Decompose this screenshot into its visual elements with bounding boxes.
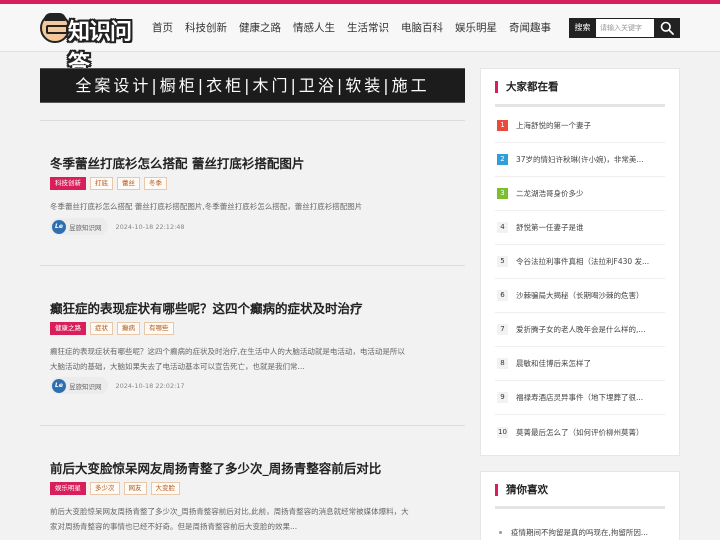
search-icon xyxy=(660,21,674,35)
rank-number: 2 xyxy=(497,154,508,165)
bullet-dot-icon xyxy=(499,531,502,534)
hot-list-item[interactable]: 2 37岁的情妇许秋琳(许小婉)，非常美... xyxy=(495,143,665,177)
author-name: 昱旅知识网 xyxy=(69,223,102,232)
article-title[interactable]: 冬季蕾丝打底衫怎么搭配 蕾丝打底衫搭配图片 xyxy=(50,153,304,172)
article-category[interactable]: 科技创新 xyxy=(50,177,86,190)
main-nav: 首页 科技创新 健康之路 情感人生 生活常识 电脑百科 娱乐明星 奇闻趣事 xyxy=(146,4,557,52)
hot-list-item[interactable]: 5 令谷法拉利事件真相（法拉利F430 发... xyxy=(495,245,665,279)
article-time: 2024-10-18 22:12:48 xyxy=(115,222,185,231)
hot-item-title[interactable]: 二龙湖浩哥身价多少 xyxy=(516,188,584,199)
logo-mascot-icon xyxy=(40,13,70,43)
rank-number: 7 xyxy=(497,324,508,335)
search-form: 搜索 xyxy=(569,18,680,38)
rank-number: 3 xyxy=(497,188,508,199)
guess-title: 猜你喜欢 xyxy=(495,484,548,496)
hot-item-title[interactable]: 莫菁最后怎么了（如何评价柳州莫菁） xyxy=(516,427,644,438)
hot-item-title[interactable]: 舒悦第一任妻子是谁 xyxy=(516,222,584,233)
author-avatar: Le xyxy=(52,219,66,234)
author-avatar: Le xyxy=(52,378,66,393)
rank-number: 6 xyxy=(497,290,508,301)
article-meta: Le 昱旅知识网 2024-10-18 22:02:17 xyxy=(50,377,185,394)
rank-number: 4 xyxy=(497,222,508,233)
hot-list-box: 大家都在看 1 上海舒悦的第一个妻子 2 37岁的情妇许秋琳(许小婉)，非常美.… xyxy=(480,68,680,456)
article-tags: 科技创新 打底 蕾丝 冬季 xyxy=(50,177,171,190)
hot-list-item[interactable]: 3 二龙湖浩哥身价多少 xyxy=(495,177,665,211)
hot-list-title: 大家都在看 xyxy=(495,81,559,93)
search-label: 搜索 xyxy=(569,18,596,38)
rank-number: 5 xyxy=(497,256,508,267)
article-meta: Le 昱旅知识网 2024-10-18 22:12:48 xyxy=(50,218,185,235)
hot-list-item[interactable]: 4 舒悦第一任妻子是谁 xyxy=(495,211,665,245)
hot-item-title[interactable]: 沙棘骗局大揭秘（长期喝沙棘的危害） xyxy=(516,290,644,301)
article-tags: 健康之路 症状 癫病 有哪些 xyxy=(50,322,178,335)
article-item: 前后大变脸惊呆网友周扬青整了多少次_周扬青整容前后对比 娱乐明星 多少次 网友 … xyxy=(40,425,465,540)
article-tags: 娱乐明星 多少次 网友 大变脸 xyxy=(50,482,184,495)
article-title[interactable]: 癫狂症的表现症状有哪些呢？这四个癫病的症状及时治疗 xyxy=(50,298,363,317)
nav-computer[interactable]: 电脑百科 xyxy=(395,4,449,52)
article-tag[interactable]: 网友 xyxy=(123,482,147,495)
nav-emotion[interactable]: 情感人生 xyxy=(287,4,341,52)
ad-banner[interactable]: 全案设计|橱柜|衣柜|木门|卫浴|软装|施工 xyxy=(40,68,465,103)
rank-number: 1 xyxy=(497,120,508,131)
article-item: 冬季蕾丝打底衫怎么搭配 蕾丝打底衫搭配图片 科技创新 打底 蕾丝 冬季 冬季蕾丝… xyxy=(40,120,465,265)
article-summary: 前后大变脸惊呆网友周扬青整了多少次_周扬青整容前后对比,此前，周扬青整容的消息就… xyxy=(50,507,409,531)
article-tag[interactable]: 打底 xyxy=(90,177,113,190)
hot-list-item[interactable]: 6 沙棘骗局大揭秘（长期喝沙棘的危害） xyxy=(495,279,665,313)
article-category[interactable]: 健康之路 xyxy=(50,322,86,335)
rank-number: 9 xyxy=(497,392,508,403)
hot-list-item[interactable]: 7 爱折腾子女的老人晚年会是什么样的,... xyxy=(495,313,665,347)
site-logo[interactable]: 知识问答 xyxy=(40,12,132,77)
nav-home[interactable]: 首页 xyxy=(146,4,179,52)
article-time: 2024-10-18 22:02:17 xyxy=(115,381,185,390)
section-divider xyxy=(495,104,665,107)
article-tag[interactable]: 蕾丝 xyxy=(117,177,140,190)
article-tag[interactable]: 症状 xyxy=(90,322,113,335)
article-tag[interactable]: 多少次 xyxy=(90,482,120,495)
hot-item-title[interactable]: 上海舒悦的第一个妻子 xyxy=(516,120,591,131)
rank-number: 8 xyxy=(497,358,508,369)
article-tag[interactable]: 冬季 xyxy=(144,177,167,190)
article-title[interactable]: 前后大变脸惊呆网友周扬青整了多少次_周扬青整容前后对比 xyxy=(50,458,381,477)
article-tag[interactable]: 有哪些 xyxy=(144,322,174,335)
nav-health[interactable]: 健康之路 xyxy=(233,4,287,52)
nav-oddities[interactable]: 奇闻趣事 xyxy=(503,4,557,52)
nav-tech[interactable]: 科技创新 xyxy=(179,4,233,52)
hot-list-item[interactable]: 9 福禄寿酒店灵异事件（地下埋葬了很... xyxy=(495,381,665,415)
hot-list-item[interactable]: 1 上海舒悦的第一个妻子 xyxy=(495,109,665,143)
site-header: 知识问答 首页 科技创新 健康之路 情感人生 生活常识 电脑百科 娱乐明星 奇闻… xyxy=(0,4,720,77)
nav-entertainment[interactable]: 娱乐明星 xyxy=(449,4,503,52)
hot-item-title[interactable]: 令谷法拉利事件真相（法拉利F430 发... xyxy=(516,256,649,267)
hot-list-item[interactable]: 8 晨敏和佳博后来怎样了 xyxy=(495,347,665,381)
article-summary: 癫狂症的表现症状有哪些呢？这四个癫病的症状及时治疗,在生活中人的大脑活动就是电活… xyxy=(50,347,405,371)
hot-item-title[interactable]: 爱折腾子女的老人晚年会是什么样的,... xyxy=(516,324,646,335)
section-divider xyxy=(495,506,665,509)
guess-item-title[interactable]: 疫情期间不拘留是真的吗现在,拘留所因... xyxy=(511,527,648,538)
article-category[interactable]: 娱乐明星 xyxy=(50,482,86,495)
article-author[interactable]: Le 昱旅知识网 xyxy=(50,218,108,235)
hot-item-title[interactable]: 福禄寿酒店灵异事件（地下埋葬了很... xyxy=(516,392,643,403)
guess-list-item[interactable]: 疫情期间不拘留是真的吗现在,拘留所因... xyxy=(495,527,665,538)
article-tag[interactable]: 癫病 xyxy=(117,322,140,335)
article-summary: 冬季蕾丝打底衫怎么搭配 蕾丝打底衫搭配图片,冬季蕾丝打底衫怎么搭配，蕾丝打底衫搭… xyxy=(50,202,363,211)
nav-life[interactable]: 生活常识 xyxy=(341,4,395,52)
article-tag[interactable]: 大变脸 xyxy=(150,482,180,495)
author-name: 昱旅知识网 xyxy=(69,382,102,391)
rank-number: 10 xyxy=(497,426,508,438)
search-button[interactable] xyxy=(654,18,680,38)
guess-box: 猜你喜欢 疫情期间不拘留是真的吗现在,拘留所因... xyxy=(480,471,680,540)
article-item: 癫狂症的表现症状有哪些呢？这四个癫病的症状及时治疗 健康之路 症状 癫病 有哪些… xyxy=(40,265,465,425)
hot-item-title[interactable]: 晨敏和佳博后来怎样了 xyxy=(516,358,591,369)
hot-item-title[interactable]: 37岁的情妇许秋琳(许小婉)，非常美... xyxy=(516,154,644,165)
hot-list-item[interactable]: 10 莫菁最后怎么了（如何评价柳州莫菁） xyxy=(495,415,665,449)
search-input[interactable] xyxy=(596,18,654,38)
article-author[interactable]: Le 昱旅知识网 xyxy=(50,377,108,394)
